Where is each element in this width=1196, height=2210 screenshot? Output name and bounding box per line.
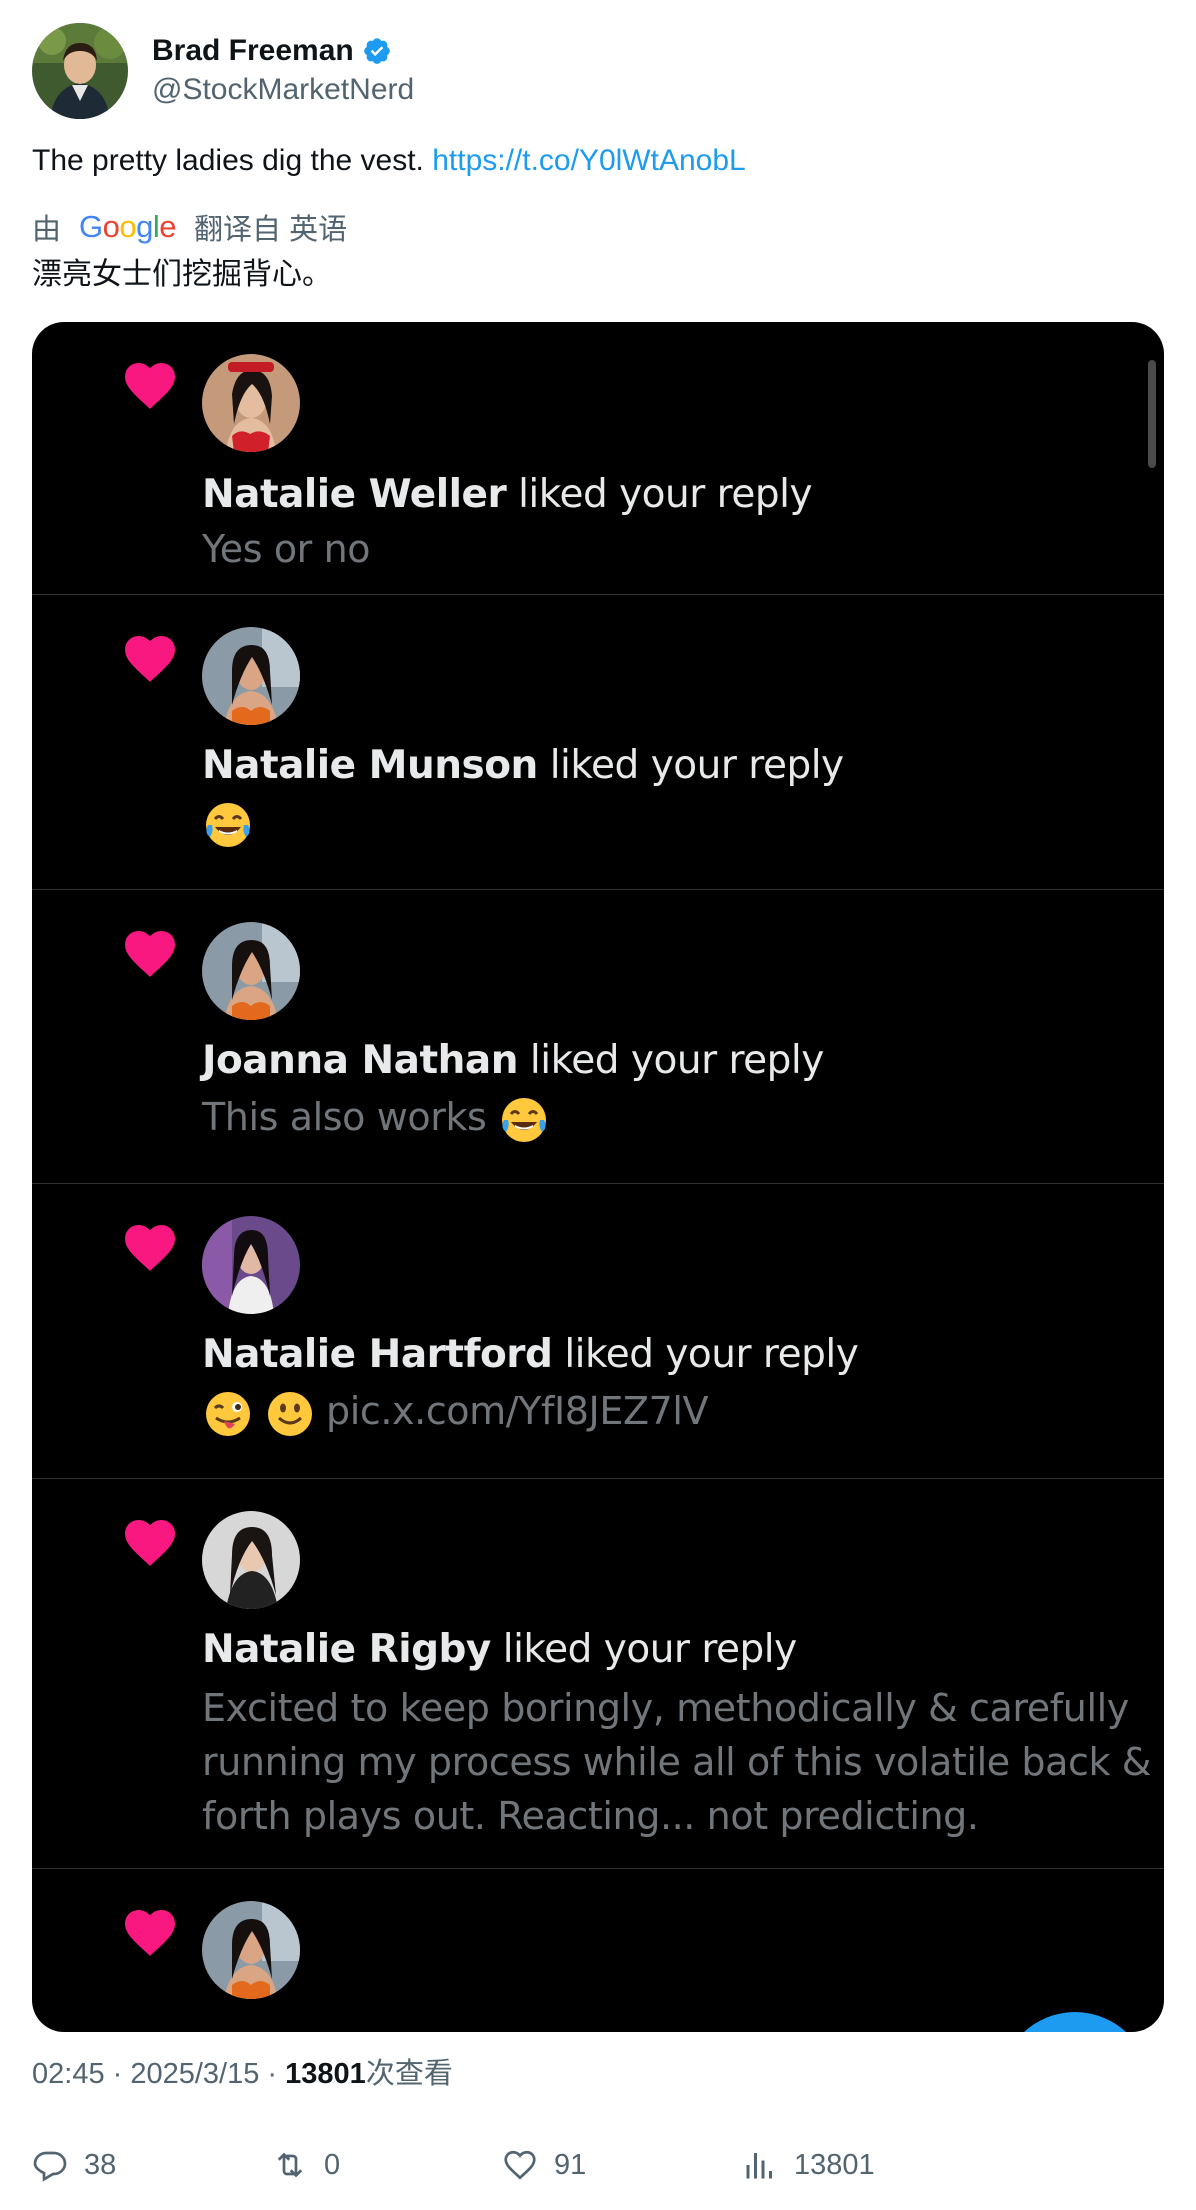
liked-reply-text: liked your reply bbox=[506, 472, 813, 517]
tweet-media[interactable]: Natalie Weller liked your reply Yes or n… bbox=[32, 322, 1164, 2032]
liker-avatar bbox=[202, 1901, 300, 1999]
translated-from-label[interactable]: 翻译自 英语 bbox=[194, 206, 347, 248]
tweet-timestamp[interactable]: 02:45 · 2025/3/15 · 13801次查看 bbox=[32, 2054, 453, 2094]
notification-line: Natalie Hartford liked your reply bbox=[202, 1330, 859, 1380]
heart-icon bbox=[125, 1519, 175, 1566]
retweet-icon bbox=[277, 2152, 303, 2178]
notification-item: Natalie Rigby liked your reply Excited t… bbox=[32, 1479, 1164, 1869]
reply-preview: This also works bbox=[202, 1090, 560, 1146]
reply-preview: pic.x.com/YfI8JEZ7lV bbox=[202, 1384, 709, 1440]
reply-preview-line: Excited to keep boringly, methodically &… bbox=[202, 1686, 1129, 1730]
reply-preview-text: pic.x.com/YfI8JEZ7lV bbox=[326, 1389, 709, 1433]
author-display-name[interactable]: Brad Freeman bbox=[152, 32, 354, 70]
tweet-text: The pretty ladies dig the vest. https://… bbox=[32, 140, 746, 182]
liker-name: Natalie Weller bbox=[202, 472, 507, 517]
tweet-time: 02:45 bbox=[32, 2058, 105, 2090]
liker-name: Natalie Rigby bbox=[202, 1627, 491, 1672]
tweet-actions: 38 0 91 13801 bbox=[32, 2140, 1164, 2190]
liker-avatar bbox=[202, 1216, 300, 1314]
liked-reply-text: liked your reply bbox=[537, 743, 844, 788]
notification-item: Joanna Nathan liked your reply This also… bbox=[32, 890, 1164, 1184]
notification-item: Natalie Munson liked your reply bbox=[32, 595, 1164, 890]
winking-tongue-emoji-icon bbox=[202, 1388, 254, 1440]
heart-icon bbox=[125, 1909, 175, 1956]
views-action-count: 13801 bbox=[794, 2148, 875, 2181]
reply-preview-line: forth plays out. Reacting... not predict… bbox=[202, 1794, 979, 1838]
view-count: 13801 bbox=[285, 2058, 366, 2090]
author-avatar[interactable] bbox=[32, 23, 128, 119]
tweet-body: The pretty ladies dig the vest. bbox=[32, 144, 433, 177]
notification-item: Natalie Hartford liked your reply pic.x.… bbox=[32, 1184, 1164, 1479]
notification-line: Natalie Munson liked your reply bbox=[202, 741, 844, 791]
reply-icon bbox=[33, 2151, 67, 2182]
author-handle[interactable]: @StockMarketNerd bbox=[152, 70, 414, 110]
slight-smile-emoji-icon bbox=[264, 1388, 316, 1440]
liked-reply-text: liked your reply bbox=[518, 1038, 824, 1083]
heart-icon bbox=[125, 930, 175, 977]
heart-icon bbox=[125, 635, 175, 682]
views-label: 次查看 bbox=[365, 2058, 453, 2090]
retweet-button[interactable]: 0 bbox=[272, 2140, 340, 2190]
liker-avatar bbox=[202, 627, 300, 725]
liker-name: Joanna Nathan bbox=[202, 1038, 519, 1083]
like-button[interactable]: 91 bbox=[502, 2140, 586, 2190]
notification-line: Joanna Nathan liked your reply bbox=[202, 1036, 824, 1086]
notification-item: Natalie Weller liked your reply Yes or n… bbox=[32, 322, 1164, 595]
analytics-bars-icon bbox=[746, 2153, 772, 2179]
liked-reply-text: liked your reply bbox=[490, 1627, 797, 1672]
liker-name: Natalie Hartford bbox=[202, 1332, 553, 1377]
translation-attribution: 由 Google 翻译自 英语 bbox=[32, 206, 347, 248]
retweet-count: 0 bbox=[324, 2148, 341, 2181]
tweet-link[interactable]: https://t.co/Y0lWtAnobL bbox=[432, 144, 746, 177]
heart-icon bbox=[125, 362, 175, 409]
views-button[interactable]: 13801 bbox=[742, 2140, 875, 2190]
reply-button[interactable]: 38 bbox=[32, 2140, 116, 2190]
like-count: 91 bbox=[554, 2148, 587, 2181]
translated-by-label: 由 bbox=[32, 214, 62, 246]
reply-preview-line: running my process while all of this vol… bbox=[202, 1740, 1152, 1784]
notification-item bbox=[32, 1869, 1164, 2032]
liker-avatar bbox=[202, 354, 300, 452]
google-logo: Google bbox=[79, 209, 177, 244]
author-names: Brad Freeman @StockMarketNerd bbox=[152, 32, 414, 110]
tweet-header: Brad Freeman @StockMarketNerd bbox=[32, 22, 414, 120]
notification-line: Natalie Weller liked your reply bbox=[202, 470, 813, 520]
verified-badge-icon bbox=[362, 36, 392, 66]
translated-text: 漂亮女士们挖掘背心。 bbox=[32, 258, 332, 291]
heart-icon bbox=[125, 1224, 175, 1271]
reply-count: 38 bbox=[84, 2148, 117, 2181]
laughing-tears-emoji-icon bbox=[498, 1094, 550, 1146]
liker-avatar bbox=[202, 922, 300, 1020]
reply-preview: Yes or no bbox=[202, 527, 371, 571]
notification-line: Natalie Rigby liked your reply bbox=[202, 1625, 797, 1675]
reply-preview bbox=[202, 795, 264, 851]
laughing-tears-emoji-icon bbox=[202, 799, 254, 851]
like-heart-icon bbox=[504, 2150, 536, 2180]
display-name-row: Brad Freeman bbox=[152, 32, 414, 70]
liked-reply-text: liked your reply bbox=[552, 1332, 859, 1377]
reply-preview-text: This also works bbox=[202, 1095, 499, 1139]
liker-avatar bbox=[202, 1511, 300, 1609]
tweet-date: 2025/3/15 bbox=[130, 2058, 260, 2090]
liker-name: Natalie Munson bbox=[202, 743, 538, 788]
